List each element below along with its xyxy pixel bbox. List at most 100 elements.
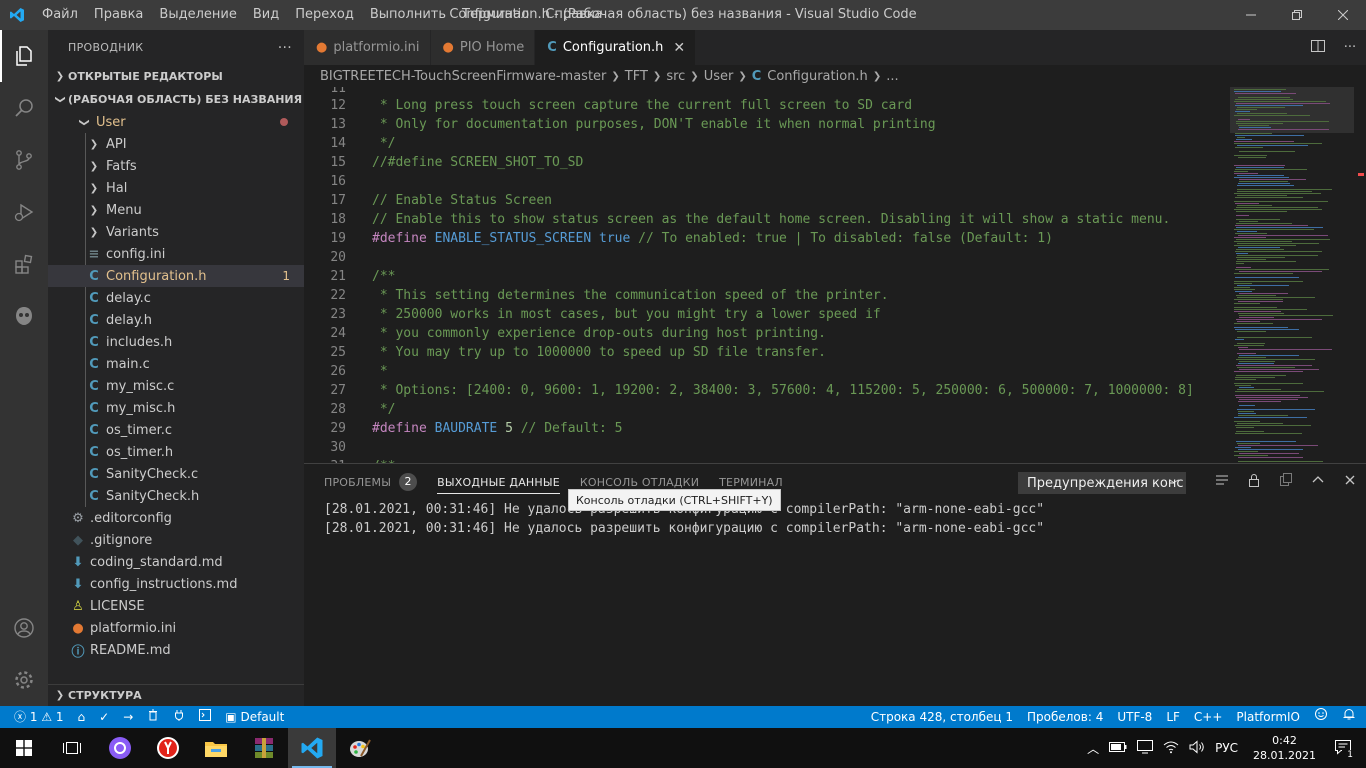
pio-plug-icon[interactable] (166, 706, 192, 728)
minimap[interactable] (1230, 87, 1354, 463)
tab-problems[interactable]: ПРОБЛЕМЫ 2 (324, 464, 418, 500)
extensions-icon[interactable] (0, 238, 48, 290)
breadcrumb-item[interactable]: src (666, 69, 685, 84)
file-delay-h[interactable]: Cdelay.h (48, 309, 304, 331)
end-of-line[interactable]: LF (1159, 706, 1187, 728)
platformio-icon[interactable] (0, 290, 48, 342)
paint-icon[interactable] (336, 728, 384, 768)
search-icon[interactable] (0, 82, 48, 134)
folder-variants[interactable]: ❯ Variants (48, 221, 304, 243)
breadcrumb-item[interactable]: TFT (625, 69, 648, 84)
file-config-instructions-md[interactable]: ⬇ config_instructions.md (48, 573, 304, 595)
restore-button[interactable] (1274, 0, 1320, 30)
vscode-taskbar-icon[interactable] (288, 728, 336, 768)
output-channel-select[interactable]: Предупреждения конс ﹀ (1018, 472, 1186, 494)
code-editor[interactable]: 11 12 * Long press touch screen capture … (304, 87, 1230, 463)
lock-icon[interactable] (1238, 472, 1270, 492)
file-license[interactable]: ♙ LICENSE (48, 595, 304, 617)
input-language[interactable]: РУС (1210, 741, 1243, 755)
volume-icon[interactable] (1184, 739, 1210, 757)
file-coding-standard-md[interactable]: ⬇ coding_standard.md (48, 551, 304, 573)
file-gitignore[interactable]: ◆ .gitignore (48, 529, 304, 551)
outline-section[interactable]: ❯ СТРУКТУРА (48, 684, 304, 706)
file-configuration-h[interactable]: C Configuration.h 1 (48, 265, 304, 287)
notifications-bell-icon[interactable] (1335, 706, 1366, 728)
action-center-icon[interactable]: 1 (1326, 739, 1366, 760)
file-sanitycheck-h[interactable]: C SanityCheck.h (48, 485, 304, 507)
clock[interactable]: 0:42 28.01.2021 (1243, 733, 1326, 763)
close-panel-icon[interactable] (1334, 472, 1366, 492)
folder-api[interactable]: ❯ API (48, 133, 304, 155)
run-debug-icon[interactable] (0, 186, 48, 238)
file-main-c[interactable]: Cmain.c (48, 353, 304, 375)
breadcrumb-item[interactable]: User (704, 69, 734, 84)
feedback-icon[interactable] (1307, 706, 1335, 728)
manage-gear-icon[interactable] (0, 654, 48, 706)
menu-help[interactable]: Справка (537, 0, 610, 30)
menu-view[interactable]: Вид (245, 0, 287, 30)
alice-assistant-icon[interactable] (96, 728, 144, 768)
pio-clean-icon[interactable] (140, 706, 166, 728)
file-explorer-icon[interactable] (192, 728, 240, 768)
pio-build-icon[interactable]: ✓ (92, 706, 116, 728)
close-window-button[interactable] (1320, 0, 1366, 30)
menu-selection[interactable]: Выделение (151, 0, 244, 30)
more-actions-icon[interactable]: ··· (1334, 40, 1366, 55)
menu-file[interactable]: Файл (34, 0, 86, 30)
file-readme-md[interactable]: ⓘ README.md (48, 639, 304, 661)
maximize-panel-icon[interactable] (1302, 472, 1334, 492)
output-log[interactable]: [28.01.2021, 00:31:46] Не удалось разреш… (304, 500, 1366, 538)
breadcrumb-item[interactable]: Configuration.h (767, 69, 868, 84)
menu-go[interactable]: Переход (287, 0, 362, 30)
menu-run[interactable]: Выполнить (362, 0, 454, 30)
language-mode[interactable]: C++ (1187, 706, 1230, 728)
menu-edit[interactable]: Правка (86, 0, 151, 30)
tab-platformio-ini[interactable]: ● platformio.ini (304, 30, 431, 65)
file-my-misc-h[interactable]: Cmy_misc.h (48, 397, 304, 419)
explorer-icon[interactable] (0, 30, 48, 82)
folder-user[interactable]: ❯ User (48, 111, 304, 133)
more-actions-button[interactable]: ··· (278, 40, 292, 56)
clear-output-icon[interactable] (1206, 472, 1238, 492)
yandex-browser-icon[interactable] (144, 728, 192, 768)
close-icon[interactable]: ✕ (673, 40, 685, 56)
minimize-button[interactable] (1228, 0, 1274, 30)
show-hidden-icons-chevron-up-icon[interactable]: ︿ (1082, 740, 1104, 757)
task-view-icon[interactable] (48, 728, 96, 768)
open-log-icon[interactable] (1270, 472, 1302, 492)
tab-pio-home[interactable]: ● PIO Home (430, 30, 536, 65)
platformio-status[interactable]: PlatformIO (1229, 706, 1307, 728)
winrar-icon[interactable] (240, 728, 288, 768)
open-editors-section[interactable]: ❯ ОТКРЫТЫЕ РЕДАКТОРЫ (48, 65, 304, 87)
encoding[interactable]: UTF-8 (1110, 706, 1159, 728)
tab-output[interactable]: ВЫХОДНЫЕ ДАННЫЕ (437, 464, 560, 500)
file-editorconfig[interactable]: ⚙ .editorconfig (48, 507, 304, 529)
file-os-timer-c[interactable]: Cos_timer.c (48, 419, 304, 441)
file-my-misc-c[interactable]: Cmy_misc.c (48, 375, 304, 397)
indentation[interactable]: Пробелов: 4 (1020, 706, 1110, 728)
tab-configuration-h[interactable]: C Configuration.h ✕ (535, 30, 697, 65)
file-config-ini[interactable]: ≡ config.ini (48, 243, 304, 265)
menu-terminal[interactable]: Терминал (454, 0, 537, 30)
cursor-position[interactable]: Строка 428, столбец 1 (864, 706, 1020, 728)
folder-hal[interactable]: ❯ Hal (48, 177, 304, 199)
vertical-scrollbar[interactable] (1354, 87, 1366, 463)
file-delay-c[interactable]: Cdelay.c (48, 287, 304, 309)
split-editor-icon[interactable] (1302, 38, 1334, 58)
source-control-icon[interactable] (0, 134, 48, 186)
project-env-switcher[interactable]: ▣ Default (218, 706, 291, 728)
file-os-timer-h[interactable]: Cos_timer.h (48, 441, 304, 463)
breadcrumb-item[interactable]: BIGTREETECH-TouchScreenFirmware-master (320, 69, 606, 84)
wifi-icon[interactable] (1158, 740, 1184, 757)
folder-menu[interactable]: ❯ Menu (48, 199, 304, 221)
accounts-icon[interactable] (0, 602, 48, 654)
display-icon[interactable] (1132, 739, 1158, 757)
problems-status[interactable]: ⓧ 1 ⚠ 1 (0, 706, 71, 728)
file-includes-h[interactable]: Cincludes.h (48, 331, 304, 353)
pio-home-icon[interactable]: ⌂ (71, 706, 93, 728)
breadcrumb-item[interactable]: ... (886, 69, 898, 84)
pio-upload-icon[interactable]: → (116, 706, 140, 728)
folder-fatfs[interactable]: ❯ Fatfs (48, 155, 304, 177)
battery-icon[interactable] (1104, 741, 1132, 755)
start-windows-icon[interactable] (0, 728, 48, 768)
